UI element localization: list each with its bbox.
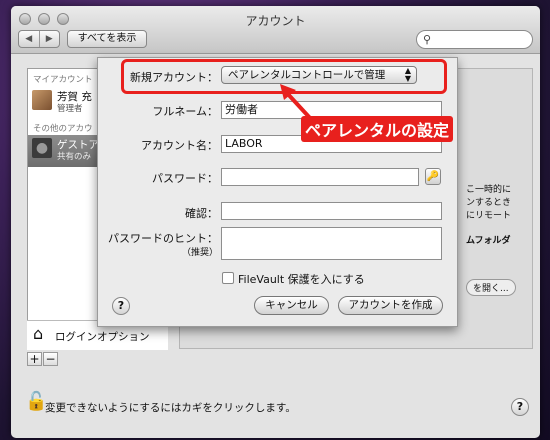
password-field[interactable] — [221, 168, 419, 186]
house-icon: ⌂ — [33, 324, 44, 343]
search-field[interactable]: ⚲ — [416, 30, 533, 49]
create-account-button[interactable]: アカウントを作成 — [338, 296, 443, 315]
remove-account-button[interactable]: − — [43, 352, 58, 366]
search-icon: ⚲ — [423, 33, 432, 46]
fullname-label: フルネーム： — [152, 105, 218, 118]
hint-sublabel: （推奨） — [181, 248, 218, 258]
bg-open-button: を開く... — [466, 279, 516, 296]
back-icon[interactable]: ◀ — [19, 31, 40, 47]
window-title: アカウント — [245, 14, 306, 28]
guest-role: 共有のみ — [57, 152, 92, 162]
nav-segment: ◀ ▶ — [18, 30, 60, 48]
password-assistant-key-icon[interactable]: 🔑 — [425, 168, 441, 185]
other-accounts-header: その他のアカウ — [33, 124, 93, 134]
user-role: 管理者 — [57, 104, 83, 114]
forward-icon[interactable]: ▶ — [40, 31, 60, 47]
annotation-callout: ペアレンタルの設定 — [301, 116, 454, 142]
filevault-label: FileVault 保護を入にする — [238, 273, 365, 286]
login-options-label: ログインオプション — [55, 331, 150, 343]
bg-text-3: にリモート — [466, 211, 512, 221]
hint-field[interactable] — [221, 227, 442, 260]
sheet-help-button[interactable]: ? — [112, 297, 130, 315]
password-label: パスワード： — [152, 172, 218, 185]
avatar — [32, 90, 52, 110]
guest-avatar-icon: ● — [32, 138, 52, 158]
account-name-label: アカウント名： — [141, 139, 218, 152]
show-all-button[interactable]: すべてを表示 — [67, 30, 147, 48]
verify-field[interactable] — [221, 202, 442, 220]
hint-label: パスワードのヒント： — [108, 232, 218, 245]
cancel-button[interactable]: キャンセル — [254, 296, 329, 315]
titlebar: アカウント ◀ ▶ すべてを表示 ⚲ — [11, 6, 540, 54]
verify-label: 確認： — [185, 207, 218, 220]
filevault-checkbox[interactable] — [222, 272, 234, 284]
my-account-header: マイアカウント — [33, 75, 93, 85]
bg-text-2: ンするとき — [466, 198, 512, 208]
bg-text-4: ムフォルダ — [466, 236, 511, 246]
help-button[interactable]: ? — [511, 398, 529, 416]
bg-text-1: こ一時的に — [466, 185, 512, 195]
lock-hint-text: 変更できないようにするにはカギをクリックします。 — [45, 402, 296, 414]
add-account-button[interactable]: + — [27, 352, 42, 366]
